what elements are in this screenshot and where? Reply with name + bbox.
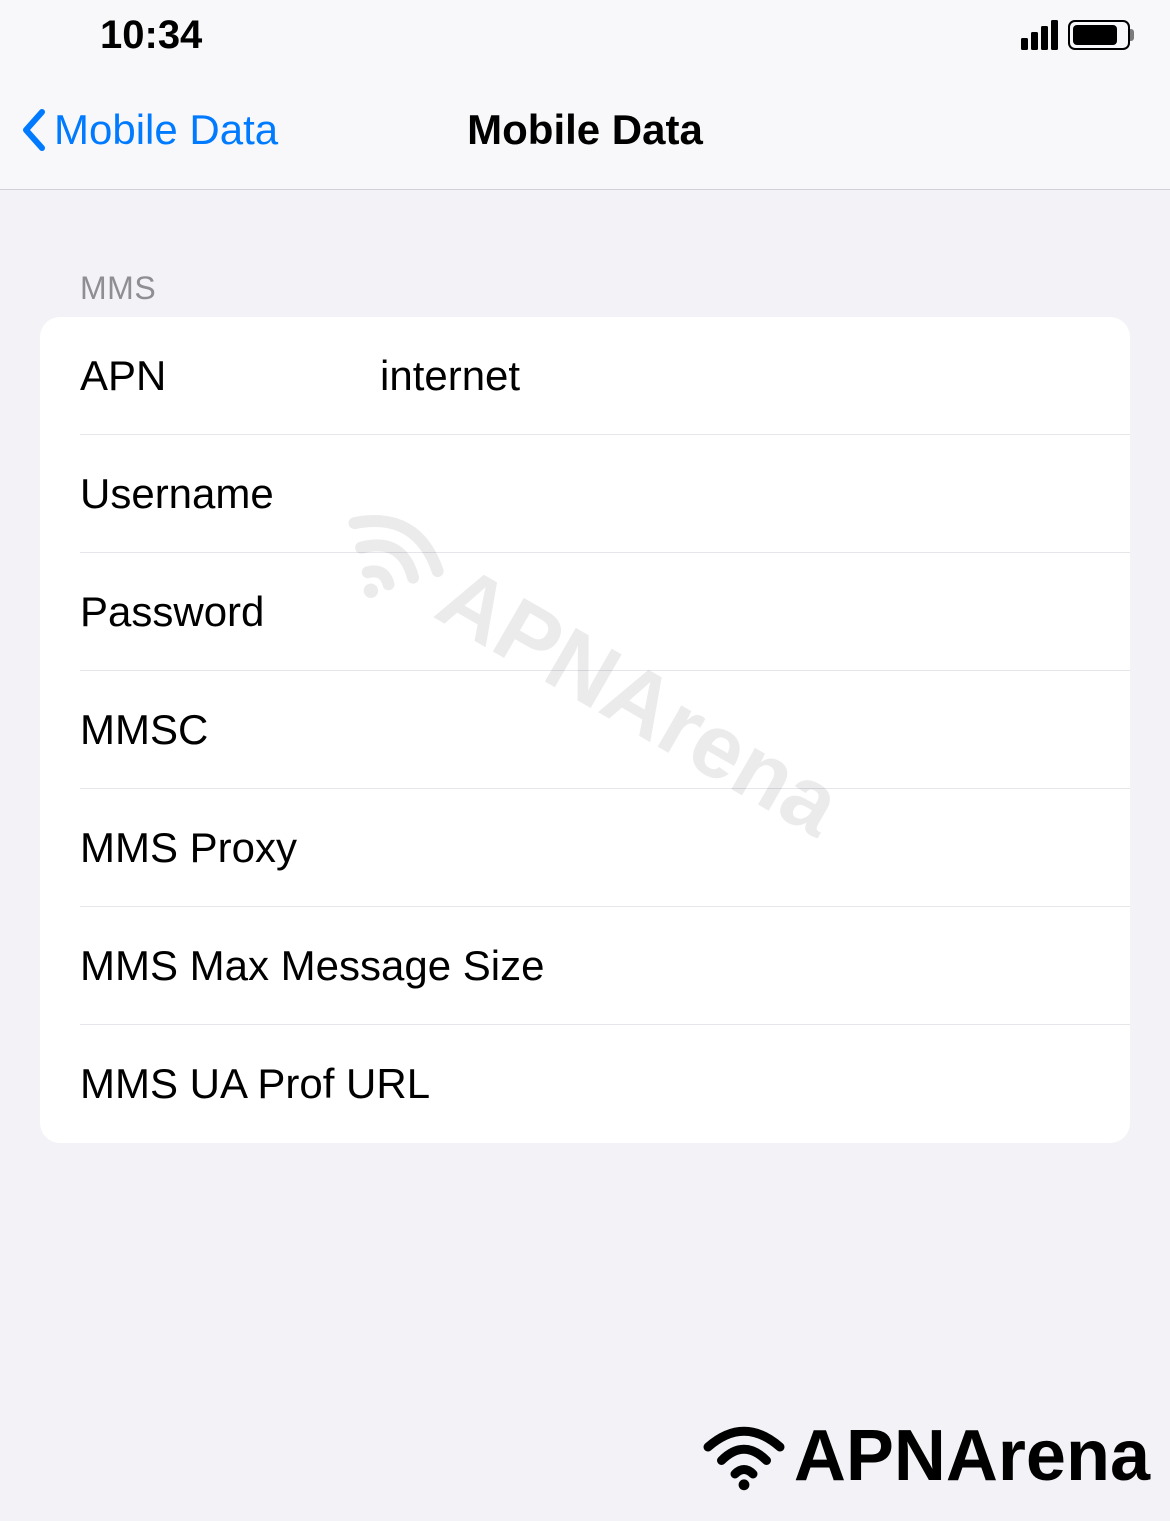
input-mmsc[interactable]	[380, 706, 1090, 754]
label-username: Username	[80, 470, 380, 518]
input-apn[interactable]	[380, 352, 1090, 400]
status-icons	[1021, 20, 1130, 50]
battery-icon	[1068, 20, 1130, 50]
wifi-icon	[699, 1411, 789, 1501]
content-area: MMS APN Username Password MMSC MMS Proxy…	[0, 190, 1170, 1143]
row-username[interactable]: Username	[40, 435, 1130, 553]
row-mms-max-size[interactable]: MMS Max Message Size	[40, 907, 1130, 1025]
row-apn[interactable]: APN	[40, 317, 1130, 435]
input-mms-proxy[interactable]	[380, 824, 1090, 872]
cellular-signal-icon	[1021, 20, 1058, 50]
status-bar: 10:34	[0, 0, 1170, 70]
row-mms-ua-prof[interactable]: MMS UA Prof URL	[40, 1025, 1130, 1143]
section-header-mms: MMS	[0, 270, 1170, 317]
row-password[interactable]: Password	[40, 553, 1130, 671]
label-mms-proxy: MMS Proxy	[80, 824, 380, 872]
row-mms-proxy[interactable]: MMS Proxy	[40, 789, 1130, 907]
chevron-left-icon	[20, 108, 46, 152]
input-username[interactable]	[380, 470, 1090, 518]
settings-group-mms: APN Username Password MMSC MMS Proxy MMS…	[40, 317, 1130, 1143]
watermark-text: APNArena	[794, 1415, 1150, 1497]
page-title: Mobile Data	[467, 106, 703, 154]
input-password[interactable]	[380, 588, 1090, 636]
label-mmsc: MMSC	[80, 706, 380, 754]
row-mmsc[interactable]: MMSC	[40, 671, 1130, 789]
label-mms-max-size: MMS Max Message Size	[80, 942, 1090, 990]
status-time: 10:34	[100, 13, 202, 58]
label-mms-ua-prof: MMS UA Prof URL	[80, 1060, 1090, 1108]
label-password: Password	[80, 588, 380, 636]
back-label: Mobile Data	[54, 106, 278, 154]
label-apn: APN	[80, 352, 380, 400]
back-button[interactable]: Mobile Data	[20, 106, 278, 154]
navigation-bar: Mobile Data Mobile Data	[0, 70, 1170, 190]
watermark-bottom: APNArena	[699, 1411, 1150, 1501]
